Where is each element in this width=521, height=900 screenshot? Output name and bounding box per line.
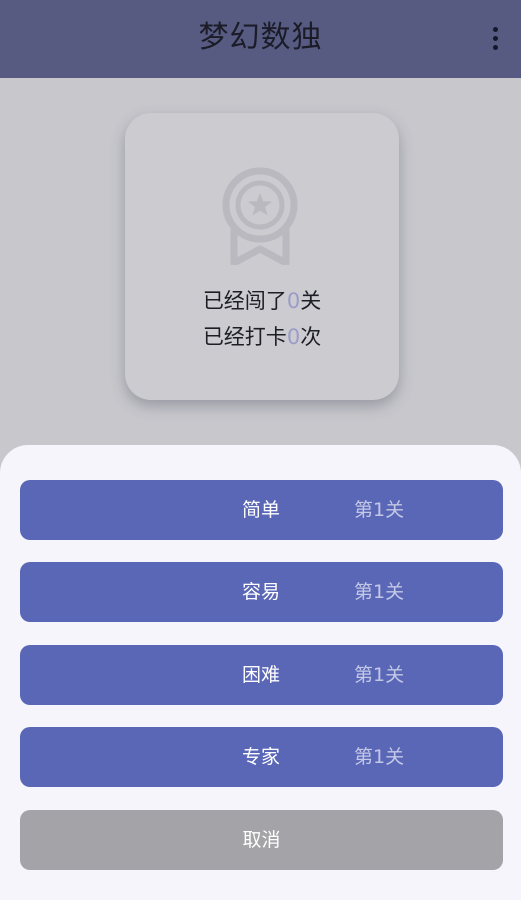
award-badge-icon xyxy=(222,167,298,265)
levels-cleared-prefix: 已经闯了 xyxy=(202,289,287,313)
difficulty-option-easy[interactable]: 简单 第1关 xyxy=(20,480,503,540)
difficulty-progress: 第1关 xyxy=(354,581,405,603)
stats-card: 已经闯了0关 已经打卡0次 xyxy=(125,113,399,400)
more-options-button[interactable] xyxy=(485,22,505,54)
difficulty-option-moderate[interactable]: 容易 第1关 xyxy=(20,562,503,622)
more-vert-icon-dot-3 xyxy=(492,44,498,50)
difficulty-progress: 第1关 xyxy=(354,746,405,768)
difficulty-progress: 第1关 xyxy=(354,499,405,521)
checkins-count: 0 xyxy=(286,325,301,349)
difficulty-option-hard[interactable]: 困难 第1关 xyxy=(20,645,503,705)
checkins-prefix: 已经打卡 xyxy=(202,325,287,349)
difficulty-label: 专家 xyxy=(242,746,281,768)
levels-cleared-suffix: 关 xyxy=(300,289,322,313)
difficulty-label: 简单 xyxy=(242,499,281,521)
more-vert-icon-dot-2 xyxy=(492,35,498,41)
difficulty-progress: 第1关 xyxy=(354,664,405,686)
difficulty-bottom-sheet: 简单 第1关 容易 第1关 困难 第1关 专家 第1关 取消 xyxy=(0,445,521,900)
difficulty-label: 困难 xyxy=(242,664,281,686)
levels-cleared-text: 已经闯了0关 xyxy=(125,286,399,316)
cancel-button[interactable]: 取消 xyxy=(20,810,503,870)
checkins-text: 已经打卡0次 xyxy=(125,322,399,352)
more-vert-icon xyxy=(492,26,498,32)
difficulty-option-expert[interactable]: 专家 第1关 xyxy=(20,727,503,787)
levels-cleared-count: 0 xyxy=(286,289,301,313)
app-bar: 梦幻数独 xyxy=(0,0,521,78)
checkins-suffix: 次 xyxy=(300,325,322,349)
difficulty-label: 容易 xyxy=(242,581,281,603)
app-title: 梦幻数独 xyxy=(198,20,323,55)
